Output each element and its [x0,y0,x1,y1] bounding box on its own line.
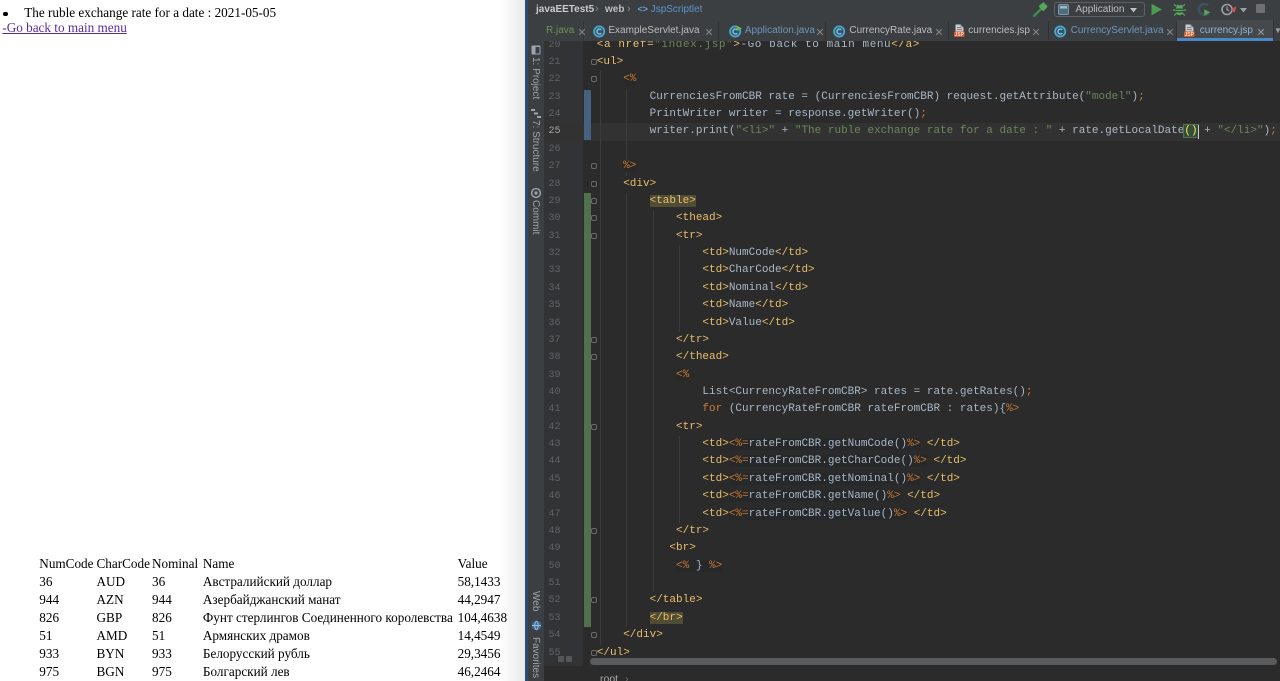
svg-text:JSP: JSP [954,32,964,38]
svg-text:JSP: JSP [1184,32,1194,38]
